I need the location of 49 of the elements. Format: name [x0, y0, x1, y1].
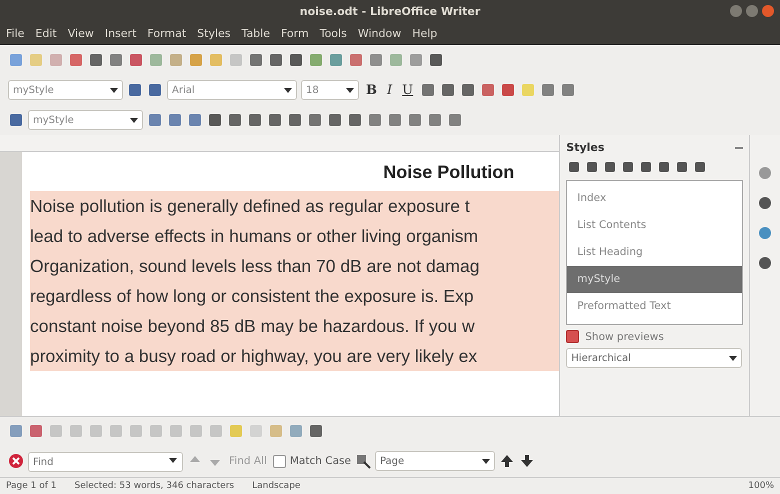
style-item[interactable]: myStyle — [567, 266, 742, 293]
caret-icon — [482, 458, 490, 464]
menu-item[interactable]: Form — [281, 26, 309, 40]
status-text: Landscape — [252, 481, 300, 491]
minimize-button[interactable] — [730, 5, 742, 17]
caret-icon — [729, 356, 738, 360]
checkbox[interactable] — [272, 454, 286, 468]
up-arrow-icon[interactable] — [498, 453, 515, 469]
search-scope-dropdown[interactable]: Page — [374, 451, 495, 471]
style-item[interactable]: List Contents — [567, 212, 742, 239]
format-button[interactable]: I — [384, 82, 396, 98]
menu-item[interactable]: View — [68, 26, 94, 40]
checkbox-label: Match Case — [290, 455, 351, 467]
style-item[interactable]: Preformatted Text — [567, 293, 742, 320]
paragraph-style-field[interactable]: myStyle — [28, 110, 143, 130]
caret-icon — [284, 88, 292, 92]
paragraph-style-field[interactable]: myStyle — [8, 80, 123, 100]
font-size-field[interactable]: 18 — [301, 80, 359, 100]
menu-item[interactable]: Table — [242, 26, 270, 40]
caret-icon — [110, 88, 118, 92]
caret-icon[interactable] — [169, 458, 177, 463]
style-item[interactable]: Index — [567, 185, 742, 212]
menu-item[interactable]: Window — [358, 26, 402, 40]
format-button[interactable]: B — [363, 82, 380, 98]
panel-title: Styles — [566, 141, 604, 154]
status-text: Selected: 53 words, 346 characters — [74, 481, 234, 491]
menu-item[interactable]: Format — [147, 26, 186, 40]
menu-item[interactable]: Tools — [320, 26, 347, 40]
status-text: 100% — [748, 481, 774, 491]
style-item[interactable]: List Heading — [567, 239, 742, 266]
menu-item[interactable]: Edit — [35, 26, 57, 40]
filter-dropdown[interactable]: Hierarchical — [566, 348, 742, 368]
status-text: Page 1 of 1 — [6, 481, 56, 491]
close-icon[interactable] — [8, 453, 24, 469]
caret-icon — [346, 88, 354, 92]
checkbox-label: Show previews — [585, 330, 664, 342]
format-button[interactable]: U — [399, 82, 416, 98]
menu-item[interactable]: File — [6, 26, 24, 40]
maximize-button[interactable] — [746, 5, 758, 17]
checkbox[interactable] — [566, 330, 580, 343]
menu-item[interactable]: Help — [412, 26, 438, 40]
down-arrow-icon[interactable] — [518, 453, 535, 469]
caret-icon — [130, 118, 138, 122]
document-heading: Noise Pollution — [382, 162, 516, 183]
font-name-field[interactable]: Arial — [167, 80, 297, 100]
menu-item[interactable]: Styles — [197, 26, 231, 40]
window-title: noise.odt - LibreOffice Writer — [300, 4, 480, 18]
find-field[interactable]: Find — [28, 452, 183, 472]
menu-item[interactable]: Insert — [104, 26, 136, 40]
